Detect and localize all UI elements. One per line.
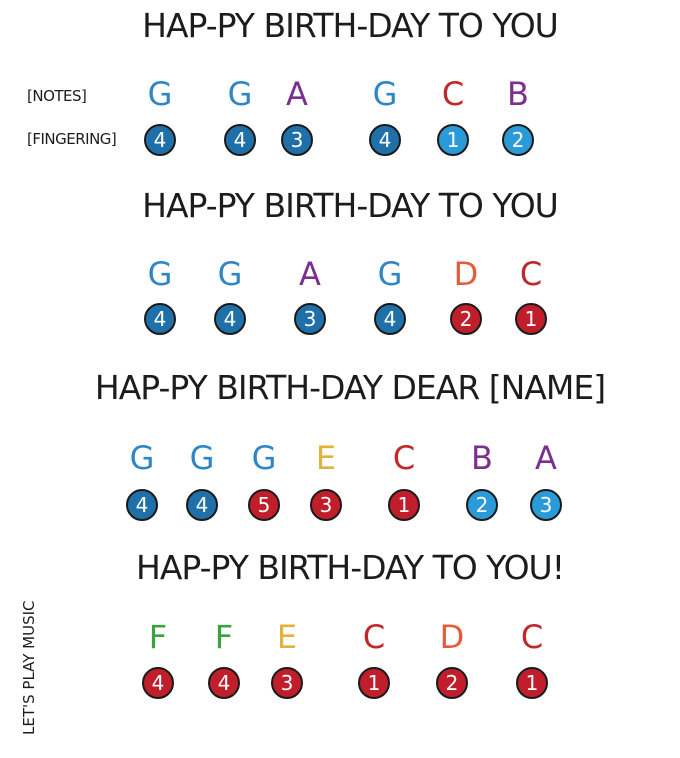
fingering-number: 4 [153,128,167,152]
note-letter: A [286,75,308,113]
fingering-number-circle: 5 [248,489,280,521]
note-letter: G [147,255,173,293]
fingering-number: 2 [475,493,489,517]
fingering-number: 5 [257,493,271,517]
fingering-number: 1 [397,493,411,517]
note-letter: C [520,618,544,656]
fingering-number-circle: 4 [214,303,246,335]
note-letter: F [214,618,234,656]
fingering-number: 4 [223,307,237,331]
note-letter: G [189,439,215,477]
fingering-number-circle: 3 [294,303,326,335]
note-letter: G [227,75,253,113]
fingering-number-circle: 4 [186,489,218,521]
fingering-number: 4 [153,307,167,331]
fingering-number: 3 [290,128,304,152]
fingering-number-circle: 2 [436,667,468,699]
fingering-number: 1 [525,671,539,695]
fingering-number-circle: 1 [516,667,548,699]
lyric-line-4: HAP-PY BIRTH-DAY TO YOU! [136,548,565,587]
lyric-line-2: HAP-PY BIRTH-DAY TO YOU [142,186,559,225]
fingering-number: 4 [135,493,149,517]
note-letter: A [535,439,557,477]
note-letter: B [507,75,529,113]
lyric-line-3: HAP-PY BIRTH-DAY DEAR [NAME] [94,368,606,407]
fingering-number-circle: 2 [466,489,498,521]
note-letter: F [148,618,168,656]
fingering-number-circle: 4 [369,124,401,156]
fingering-number-circle: 4 [208,667,240,699]
fingering-number: 2 [511,128,525,152]
fingering-number: 3 [303,307,317,331]
note-letter: B [471,439,493,477]
note-letter: G [377,255,403,293]
fingering-number-circle: 4 [374,303,406,335]
fingering-label: [FINGERING] [27,130,117,148]
fingering-number-circle: 1 [515,303,547,335]
fingering-number: 3 [319,493,333,517]
fingering-number-circle: 4 [126,489,158,521]
fingering-number: 4 [378,128,392,152]
lets-play-music-watermark: LET'S PLAY MUSIC [20,600,38,735]
notes-label: [NOTES] [27,87,87,105]
note-letter: C [441,75,465,113]
note-letter: A [299,255,321,293]
note-letter: E [276,618,298,656]
fingering-number: 4 [383,307,397,331]
fingering-number-circle: 2 [450,303,482,335]
note-letter: D [453,255,479,293]
fingering-number-circle: 3 [310,489,342,521]
fingering-number: 3 [539,493,553,517]
note-letter: G [129,439,155,477]
fingering-number: 2 [445,671,459,695]
note-letter: G [251,439,277,477]
fingering-number-circle: 4 [144,124,176,156]
note-letter: C [362,618,386,656]
lyric-line-1: HAP-PY BIRTH-DAY TO YOU [142,6,559,45]
note-letter: E [315,439,337,477]
note-letter: G [217,255,243,293]
fingering-number-circle: 1 [437,124,469,156]
fingering-number-circle: 3 [281,124,313,156]
fingering-number: 4 [151,671,165,695]
note-letter: D [439,618,465,656]
fingering-number-circle: 1 [388,489,420,521]
note-letter: C [519,255,543,293]
fingering-number-circle: 3 [530,489,562,521]
fingering-number: 1 [524,307,538,331]
fingering-number: 1 [367,671,381,695]
fingering-number: 4 [217,671,231,695]
fingering-number: 4 [233,128,247,152]
fingering-number-circle: 3 [271,667,303,699]
fingering-number-circle: 4 [224,124,256,156]
fingering-number-circle: 4 [142,667,174,699]
fingering-number: 1 [446,128,460,152]
note-letter: C [392,439,416,477]
fingering-number-circle: 2 [502,124,534,156]
note-letter: G [372,75,398,113]
fingering-number: 3 [280,671,294,695]
fingering-number-circle: 4 [144,303,176,335]
fingering-number: 4 [195,493,209,517]
fingering-number: 2 [459,307,473,331]
fingering-number-circle: 1 [358,667,390,699]
note-letter: G [147,75,173,113]
